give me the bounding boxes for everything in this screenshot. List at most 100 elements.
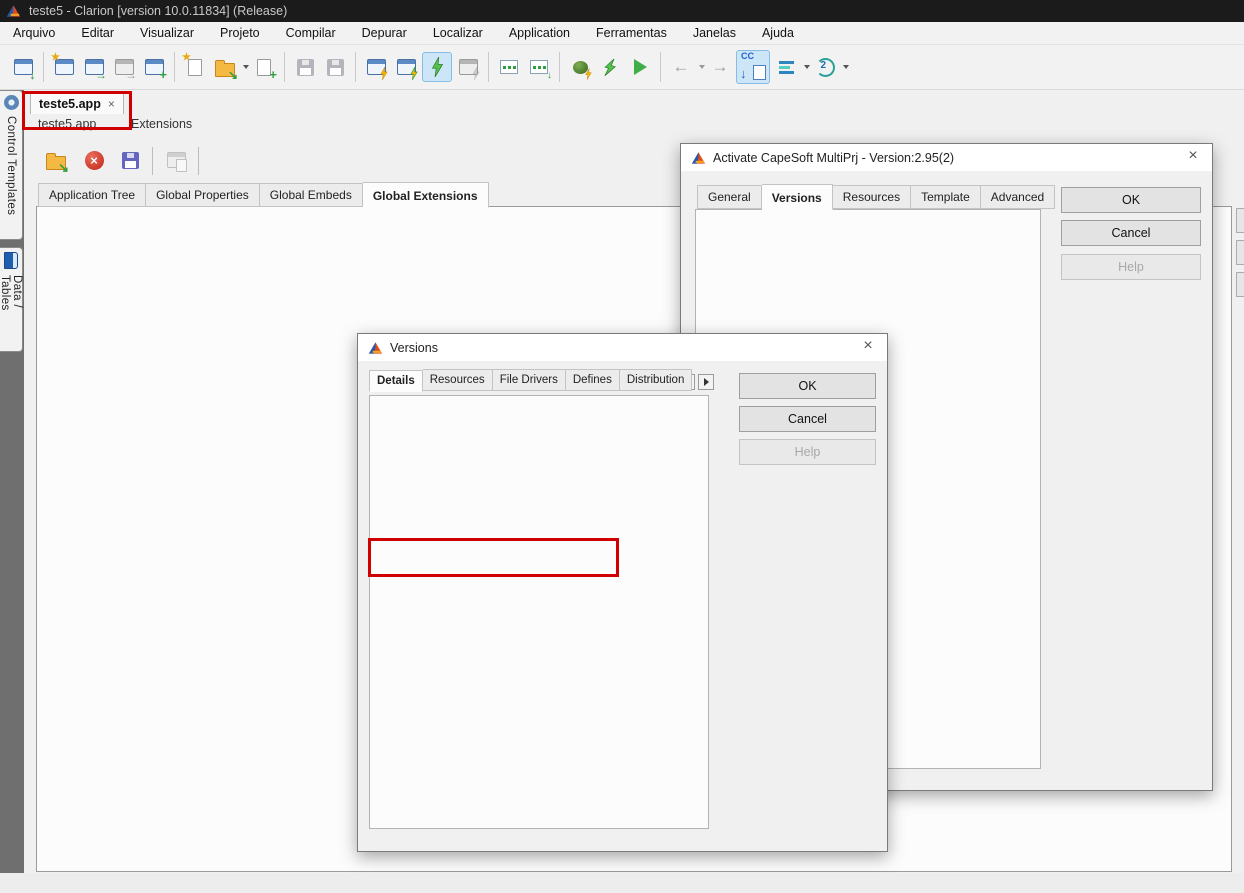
versions-tab-strip: Details Resources File Drivers Defines D… <box>369 369 692 391</box>
tab-resources[interactable]: Resources <box>833 185 911 209</box>
toolbar-separator <box>198 147 199 175</box>
tab-general[interactable]: General <box>697 185 762 209</box>
menu-application[interactable]: Application <box>496 22 583 45</box>
sidebar-tab-label: Control Templates <box>5 116 17 215</box>
build-lightning-selected-icon[interactable] <box>422 52 452 82</box>
ok-button-label: OK <box>798 379 816 393</box>
multiprj-tab-strip: General Versions Resources Template Adva… <box>697 184 1055 209</box>
add-app-window-icon[interactable]: + <box>140 53 168 81</box>
list-view-icon[interactable] <box>772 53 800 81</box>
clarion-logo-icon <box>6 4 21 18</box>
tab-resources[interactable]: Resources <box>423 369 493 391</box>
sidebar-tab-control-templates[interactable]: Control Templates <box>0 90 23 240</box>
title-bar: teste5 - Clarion [version 10.0.11834] (R… <box>0 0 1244 22</box>
clarion-logo-icon <box>368 341 383 355</box>
save-icon[interactable] <box>116 146 144 174</box>
back-disabled-icon[interactable]: ← <box>667 53 695 81</box>
menu-arquivo[interactable]: Arquivo <box>0 22 68 45</box>
generate-window-icon[interactable] <box>362 53 390 81</box>
book-icon <box>4 252 18 269</box>
close-icon[interactable]: × <box>1183 147 1203 165</box>
document-tab-close-icon[interactable]: × <box>108 97 115 111</box>
save-all-disabled-icon[interactable] <box>321 53 349 81</box>
sidebar-tab-data-tables[interactable]: Data / Tables <box>0 247 23 352</box>
menu-depurar[interactable]: Depurar <box>349 22 420 45</box>
forward-disabled-icon[interactable]: → <box>706 53 734 81</box>
breadcrumb-app[interactable]: teste5.app <box>38 117 96 131</box>
generate-build-window-icon[interactable] <box>392 53 420 81</box>
redo-generation-icon[interactable]: 2 <box>811 53 839 81</box>
tab-distribution[interactable]: Distribution <box>620 369 693 391</box>
toolbar-separator <box>152 147 153 175</box>
edge-partial-button[interactable] <box>1236 272 1244 297</box>
help-button[interactable]: Help <box>739 439 876 465</box>
data-grid-sync-icon[interactable]: ↓ <box>525 53 553 81</box>
tab-global-properties[interactable]: Global Properties <box>146 183 260 207</box>
clarion-ide-window: teste5 - Clarion [version 10.0.11834] (R… <box>0 0 1244 893</box>
gear-icon <box>4 95 19 110</box>
tab-template[interactable]: Template <box>911 185 981 209</box>
menu-ajuda[interactable]: Ajuda <box>749 22 807 45</box>
edge-partial-button[interactable] <box>1236 208 1244 233</box>
menu-projeto[interactable]: Projeto <box>207 22 273 45</box>
open-file-icon[interactable]: ↘ <box>211 53 239 81</box>
add-file-icon[interactable]: + <box>250 53 278 81</box>
cancel-icon[interactable]: × <box>80 146 108 174</box>
tab-file-drivers[interactable]: File Drivers <box>493 369 566 391</box>
versions-dialog-titlebar[interactable]: Versions <box>358 334 887 361</box>
copy-code-selected-icon[interactable]: CC↓ <box>736 50 770 84</box>
clarion-logo-icon <box>691 151 706 165</box>
run-play-icon[interactable] <box>626 53 654 81</box>
help-button-label: Help <box>1118 260 1144 274</box>
multiprj-dialog-title: Activate CapeSoft MultiPrj - Version:2.9… <box>713 151 954 165</box>
tab-global-embeds[interactable]: Global Embeds <box>260 183 363 207</box>
tab-details[interactable]: Details <box>369 370 423 392</box>
cancel-button[interactable]: Cancel <box>1061 220 1201 246</box>
help-button[interactable]: Help <box>1061 254 1201 280</box>
redo-generation-dropdown-icon[interactable] <box>843 65 849 69</box>
menu-janelas[interactable]: Janelas <box>680 22 749 45</box>
multiprj-dialog-titlebar[interactable]: Activate CapeSoft MultiPrj - Version:2.9… <box>681 144 1212 171</box>
cancel-button[interactable]: Cancel <box>739 406 876 432</box>
save-disabled-icon[interactable] <box>291 53 319 81</box>
save-app-window-disabled-icon[interactable]: → <box>110 53 138 81</box>
tab-advanced[interactable]: Advanced <box>981 185 1055 209</box>
document-tab-label: teste5.app <box>39 97 101 111</box>
window-title: teste5 - Clarion [version 10.0.11834] (R… <box>29 4 287 18</box>
list-view-dropdown-icon[interactable] <box>804 65 810 69</box>
new-app-icon[interactable]: ★ <box>50 53 78 81</box>
menu-editar[interactable]: Editar <box>68 22 127 45</box>
tab-defines[interactable]: Defines <box>566 369 620 391</box>
tab-scroll-right-icon[interactable] <box>698 374 714 390</box>
back-dropdown-icon[interactable] <box>699 65 705 69</box>
build-disabled-icon[interactable] <box>454 53 482 81</box>
versions-dialog: Versions × Details Resources File Driver… <box>357 333 888 852</box>
breadcrumb-section: Extensions <box>131 117 192 131</box>
document-tab-teste5[interactable]: teste5.app × <box>30 92 124 114</box>
close-icon[interactable]: × <box>858 337 878 355</box>
ok-button[interactable]: OK <box>739 373 876 399</box>
build-lightning-icon[interactable] <box>596 53 624 81</box>
data-grid-icon[interactable] <box>495 53 523 81</box>
ok-button[interactable]: OK <box>1061 187 1201 213</box>
menu-localizar[interactable]: Localizar <box>420 22 496 45</box>
debug-bug-icon[interactable] <box>566 53 594 81</box>
menu-ferramentas[interactable]: Ferramentas <box>583 22 680 45</box>
save-exit-icon[interactable]: ↘ <box>42 146 70 174</box>
help-button-label: Help <box>795 445 821 459</box>
tab-versions[interactable]: Versions <box>762 184 833 210</box>
cancel-button-label: Cancel <box>1112 226 1151 240</box>
versions-dialog-title: Versions <box>390 341 438 355</box>
tab-global-extensions[interactable]: Global Extensions <box>363 182 489 208</box>
open-file-dropdown-icon[interactable] <box>243 65 249 69</box>
main-tab-strip: Application Tree Global Properties Globa… <box>38 182 489 207</box>
menu-compilar[interactable]: Compilar <box>273 22 349 45</box>
edge-partial-button[interactable] <box>1236 240 1244 265</box>
menu-visualizar[interactable]: Visualizar <box>127 22 207 45</box>
new-file-icon[interactable]: ★ <box>181 53 209 81</box>
generate-disabled-icon[interactable] <box>162 146 190 174</box>
import-app-icon[interactable]: ↓ <box>9 53 37 81</box>
cancel-button-label: Cancel <box>788 412 827 426</box>
tab-application-tree[interactable]: Application Tree <box>38 183 146 207</box>
open-app-window-icon[interactable]: → <box>80 53 108 81</box>
